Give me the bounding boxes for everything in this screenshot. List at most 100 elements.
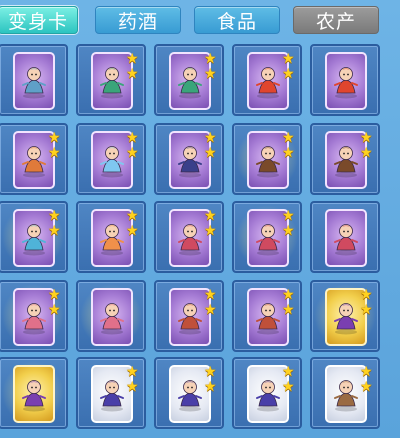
star-rating: ★ ★ <box>204 288 218 318</box>
card-slot[interactable]: ★ ★ <box>232 357 302 429</box>
card-slot[interactable]: ★ ★ <box>310 123 380 195</box>
tab-transform-cards[interactable]: 变身卡 <box>0 6 78 34</box>
star-rating: ★ ★ <box>126 52 140 82</box>
star-icon: ★ <box>360 287 373 303</box>
card-slot[interactable] <box>310 201 380 273</box>
star-icon: ★ <box>204 379 217 395</box>
star-rating: ★ ★ <box>48 288 62 318</box>
fox-spirit-character-icon <box>22 146 46 178</box>
star-icon: ★ <box>282 145 295 161</box>
star-rating: ★ ★ <box>360 288 374 318</box>
fairy-character-icon <box>22 380 46 412</box>
card-slot[interactable]: ★ ★ <box>232 123 302 195</box>
star-icon: ★ <box>282 287 295 303</box>
card-slot[interactable]: ★ ★ <box>76 357 146 429</box>
star-icon: ★ <box>360 364 373 380</box>
bird-spirit-character-icon <box>334 224 358 256</box>
monk-warrior-character-icon <box>334 146 358 178</box>
lion-dance-character-icon <box>334 67 358 99</box>
star-icon: ★ <box>126 379 139 395</box>
transform-card <box>91 288 133 346</box>
star-icon: ★ <box>126 223 139 239</box>
card-slot[interactable]: ★ ★ <box>232 201 302 273</box>
star-icon: ★ <box>360 145 373 161</box>
card-slot[interactable] <box>310 44 380 116</box>
star-icon: ★ <box>204 51 217 67</box>
star-rating: ★ ★ <box>204 365 218 395</box>
card-slot[interactable]: ★ ★ <box>154 280 224 352</box>
tab-farm-produce[interactable]: 农产 <box>293 6 379 34</box>
star-icon: ★ <box>204 364 217 380</box>
star-icon: ★ <box>48 302 61 318</box>
star-rating: ★ ★ <box>282 52 296 82</box>
card-slot[interactable]: ★ ★ <box>154 44 224 116</box>
star-icon: ★ <box>282 302 295 318</box>
star-icon: ★ <box>282 66 295 82</box>
card-grid: ★ ★ ★ ★ ★ ★ ★ ★ ★ ★ ★ ★ ★ ★ ★ ★ ★ ★ ★ ★ ★ ★ ★ ★ ★ ★ ★ ★ ★ ★ ★ ★ ★ ★ ★ ★ ★ ★ ★ ★ <box>0 44 400 438</box>
star-rating: ★ ★ <box>282 131 296 161</box>
card-slot[interactable] <box>0 44 68 116</box>
star-icon: ★ <box>126 145 139 161</box>
card-slot[interactable]: ★ ★ <box>154 123 224 195</box>
dancer-character-icon <box>100 303 124 335</box>
star-icon: ★ <box>204 287 217 303</box>
tab-food[interactable]: 食品 <box>194 6 280 34</box>
star-rating: ★ ★ <box>282 288 296 318</box>
card-slot[interactable]: ★ ★ <box>310 280 380 352</box>
purple-knight-character-icon <box>178 380 202 412</box>
fox-girl-character-icon <box>100 224 124 256</box>
star-icon: ★ <box>360 379 373 395</box>
purple-knight-character-icon <box>256 380 280 412</box>
star-icon: ★ <box>48 223 61 239</box>
bunny-character-icon <box>100 146 124 178</box>
star-icon: ★ <box>126 66 139 82</box>
phoenix-character-icon <box>22 224 46 256</box>
star-icon: ★ <box>126 51 139 67</box>
star-icon: ★ <box>360 302 373 318</box>
star-icon: ★ <box>282 51 295 67</box>
star-icon: ★ <box>282 130 295 146</box>
dark-horse-character-icon <box>178 146 202 178</box>
lion-dance-character-icon <box>256 67 280 99</box>
star-icon: ★ <box>282 223 295 239</box>
star-rating: ★ ★ <box>126 131 140 161</box>
star-icon: ★ <box>126 208 139 224</box>
card-slot[interactable]: ★ ★ <box>154 357 224 429</box>
star-icon: ★ <box>48 208 61 224</box>
category-tabs: 变身卡 药酒 食品 农产 <box>0 6 400 36</box>
star-rating: ★ ★ <box>360 365 374 395</box>
star-icon: ★ <box>48 287 61 303</box>
star-icon: ★ <box>48 145 61 161</box>
card-slot[interactable]: ★ ★ <box>310 357 380 429</box>
card-slot[interactable] <box>76 280 146 352</box>
monk-warrior-character-icon <box>256 146 280 178</box>
card-slot[interactable]: ★ ★ <box>154 201 224 273</box>
transform-card <box>325 209 367 267</box>
card-slot[interactable]: ★ ★ <box>76 123 146 195</box>
star-rating: ★ ★ <box>126 209 140 239</box>
transform-card <box>13 365 55 423</box>
card-slot[interactable]: ★ ★ <box>0 280 68 352</box>
bear-character-icon <box>334 380 358 412</box>
purple-knight-character-icon <box>100 380 124 412</box>
star-rating: ★ ★ <box>360 131 374 161</box>
card-slot[interactable]: ★ ★ <box>76 201 146 273</box>
star-icon: ★ <box>204 66 217 82</box>
card-slot[interactable]: ★ ★ <box>0 201 68 273</box>
tab-medicine-wine[interactable]: 药酒 <box>95 6 181 34</box>
star-rating: ★ ★ <box>204 131 218 161</box>
star-icon: ★ <box>126 364 139 380</box>
card-slot[interactable]: ★ ★ <box>0 123 68 195</box>
bird-spirit-character-icon <box>256 224 280 256</box>
star-rating: ★ ★ <box>126 365 140 395</box>
card-slot[interactable] <box>0 357 68 429</box>
star-rating: ★ ★ <box>204 52 218 82</box>
dancer-character-icon <box>22 303 46 335</box>
card-slot[interactable]: ★ ★ <box>232 280 302 352</box>
card-slot[interactable]: ★ ★ <box>232 44 302 116</box>
transform-card <box>13 52 55 110</box>
star-icon: ★ <box>204 145 217 161</box>
star-rating: ★ ★ <box>204 209 218 239</box>
star-icon: ★ <box>282 379 295 395</box>
card-slot[interactable]: ★ ★ <box>76 44 146 116</box>
